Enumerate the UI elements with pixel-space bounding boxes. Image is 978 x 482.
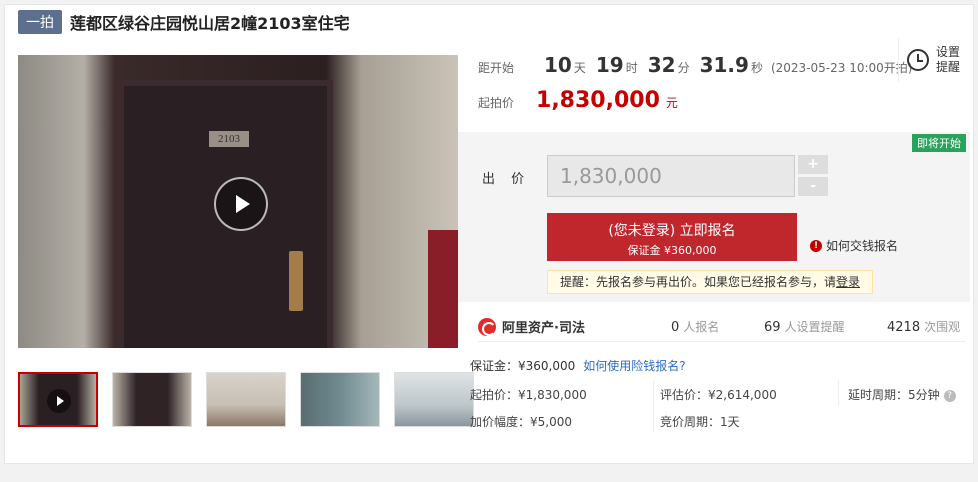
door-lock: [289, 251, 303, 311]
thumbnail-strip: [18, 372, 474, 427]
detail-delay-text: 延时周期：5分钟: [848, 388, 940, 402]
detail-increment: 加价幅度：¥5,000: [470, 415, 572, 429]
thumbnail-interior[interactable]: [206, 372, 286, 427]
view-count-label: 次围观: [924, 320, 961, 334]
door-number-plate: 2103: [209, 131, 249, 147]
start-price-unit: 元: [665, 96, 678, 110]
stats-bar: 阿里资产·司法 0 人报名 69 人设置提醒 4218 次围观: [478, 312, 966, 342]
thumbnail-video[interactable]: [18, 372, 98, 427]
deposit-help-link[interactable]: 如何使用险钱报名?: [583, 359, 685, 373]
bid-panel: 即将开始 出 价 1,830,000 + - (您未登录) 立即报名 保证金 ¥…: [458, 132, 970, 302]
reminder-label: 设置提醒: [936, 45, 961, 74]
divider: [653, 380, 654, 432]
seconds-unit: 秒: [750, 61, 763, 75]
bid-label: 出 价: [482, 172, 531, 187]
signup-button-label: (您未登录) 立即报名: [608, 223, 736, 239]
bid-amount-input[interactable]: 1,830,000: [547, 155, 795, 197]
brand-name: 阿里资产·司法: [502, 321, 585, 336]
bid-stepper: + -: [798, 155, 828, 199]
thumbnail-garage[interactable]: [394, 372, 474, 427]
minutes-unit: 分: [677, 61, 690, 75]
reminder-count: 69 人设置提醒: [764, 318, 845, 335]
info-icon: !: [810, 239, 822, 252]
how-to-pay-label: 如何交钱报名: [826, 239, 899, 253]
countdown-row: 距开始 10 天 19 时 32 分 31.9 秒 (2023-05-23 10…: [478, 53, 912, 77]
hours-unit: 时: [625, 61, 638, 75]
alarm-clock-icon: [907, 49, 929, 71]
signup-count-value: 0: [671, 320, 680, 335]
login-notice: 提醒：先报名参与再出价。如果您已经报名参与，请登录: [547, 270, 873, 294]
signup-button[interactable]: (您未登录) 立即报名 保证金 ¥360,000: [547, 213, 797, 261]
signup-count-label: 人报名: [683, 320, 720, 334]
title-row: 一拍 莲都区绿谷庄园悦山居2幢2103室住宅: [18, 10, 350, 34]
detail-start-price: 起拍价：¥1,830,000: [470, 388, 587, 402]
start-price-label: 起拍价: [478, 96, 515, 110]
signup-count: 0 人报名: [671, 318, 719, 335]
start-time-note: (2023-05-23 10:00开拍): [770, 61, 913, 75]
increase-bid-button[interactable]: +: [798, 155, 828, 174]
signup-deposit-note: 保证金 ¥360,000: [627, 244, 717, 257]
reminder-count-label: 人设置提醒: [784, 320, 845, 334]
countdown-days: 10: [544, 53, 572, 77]
reminder-count-value: 69: [764, 320, 781, 335]
login-link[interactable]: 登录: [836, 275, 860, 289]
play-icon: [47, 389, 71, 413]
start-price-row: 起拍价 1,830,000 元: [478, 88, 678, 113]
auction-type-tag: 一拍: [18, 10, 62, 34]
notice-text: 提醒：先报名参与再出价。如果您已经报名参与，请: [559, 275, 836, 289]
play-icon[interactable]: [214, 177, 268, 231]
detail-delay: 延时周期：5分钟?: [848, 386, 956, 403]
deposit-row: 保证金：¥360,000 如何使用险钱报名?: [470, 357, 686, 374]
detail-cycle: 竞价周期：1天: [660, 415, 740, 429]
red-cabinet: [428, 230, 458, 348]
days-unit: 天: [573, 61, 586, 75]
countdown-label: 距开始: [478, 61, 515, 75]
thumbnail-door[interactable]: [112, 372, 192, 427]
countdown-minutes: 32: [647, 53, 676, 77]
countdown-seconds: 31.9: [699, 53, 749, 77]
start-price-value: 1,830,000: [536, 88, 660, 113]
detail-appraisal: 评估价：¥2,614,000: [660, 388, 777, 402]
divider: [838, 380, 839, 406]
ali-assets-logo-icon: [478, 317, 496, 336]
view-count-value: 4218: [887, 320, 921, 335]
how-to-pay-link[interactable]: ! 如何交钱报名: [810, 237, 898, 254]
set-reminder-button[interactable]: 设置提醒: [898, 38, 968, 82]
main-video-preview[interactable]: 2103: [18, 55, 458, 348]
thumbnail-balcony[interactable]: [300, 372, 380, 427]
status-badge: 即将开始: [912, 134, 966, 152]
deposit-text: 保证金：¥360,000: [470, 359, 576, 373]
view-count: 4218 次围观: [887, 318, 960, 335]
decrease-bid-button[interactable]: -: [798, 177, 828, 196]
help-icon[interactable]: ?: [943, 389, 956, 402]
page-title: 莲都区绿谷庄园悦山居2幢2103室住宅: [70, 14, 350, 33]
countdown-hours: 19: [595, 53, 624, 77]
